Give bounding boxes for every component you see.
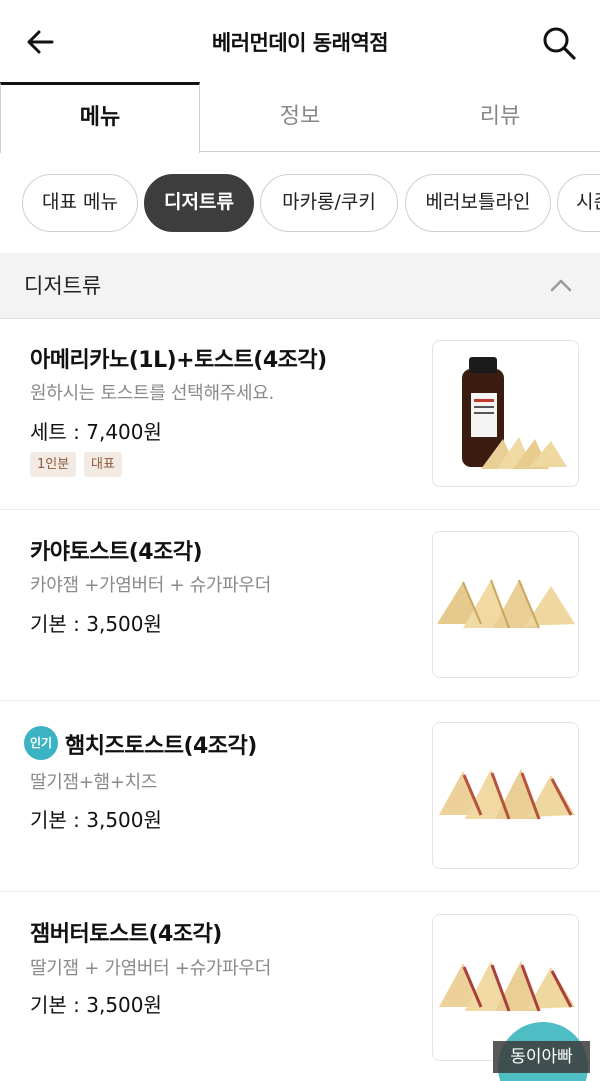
menu-item-name: 잼버터토스트(4조각): [30, 922, 222, 947]
category-chip-bar: 대표 메뉴 디저트류 마카롱/쿠키 베러보틀라인 시즌: [0, 152, 600, 252]
menu-item-name: 아메리카노(1L)+토스트(4조각): [30, 348, 327, 373]
tab-menu[interactable]: 메뉴: [0, 82, 200, 153]
ham-cheese-toast-image: [432, 722, 579, 869]
menu-item[interactable]: 카야토스트(4조각) 카야잼 +가염버터 + 슈가파우더 기본 : 3,500원: [0, 511, 600, 701]
watermark-label: 동이아빠: [493, 1041, 590, 1073]
featured-tag: 대표: [84, 452, 122, 477]
americano-bottle-toast-image: [432, 340, 579, 487]
chip-macaron-cookie[interactable]: 마카롱/쿠키: [260, 174, 398, 232]
section-title: 디저트류: [24, 274, 102, 298]
chip-season[interactable]: 시즌: [557, 174, 600, 232]
chip-featured-menu[interactable]: 대표 메뉴: [22, 174, 138, 232]
menu-item-description: 딸기잼+햄+치즈: [30, 772, 158, 793]
menu-item-name: 카야토스트(4조각): [30, 540, 203, 565]
tab-info[interactable]: 정보: [200, 82, 400, 152]
menu-item-price: 기본 : 3,500원: [30, 808, 162, 832]
chevron-up-icon[interactable]: [548, 275, 574, 295]
store-title: 베러먼데이 동래역점: [211, 31, 389, 55]
chip-better-bottle-line[interactable]: 베러보틀라인: [405, 174, 551, 232]
store-tabs: 메뉴 정보 리뷰: [0, 82, 600, 153]
menu-item-name: 햄치즈토스트(4조각): [65, 734, 257, 759]
top-app-bar: 베러먼데이 동래역점: [0, 0, 600, 82]
chip-desserts[interactable]: 디저트류: [144, 174, 254, 232]
menu-item-price: 기본 : 3,500원: [30, 612, 162, 636]
section-header[interactable]: 디저트류: [0, 253, 600, 319]
menu-item[interactable]: 아메리카노(1L)+토스트(4조각) 원하시는 토스트를 선택해주세요. 세트 …: [0, 320, 600, 510]
menu-item-description: 딸기잼 + 가염버터 +슈가파우더: [30, 958, 271, 979]
popular-badge: 인기: [24, 726, 58, 760]
menu-item-description: 원하시는 토스트를 선택해주세요.: [30, 383, 274, 404]
kaya-toast-image: [432, 531, 579, 678]
tab-reviews[interactable]: 리뷰: [400, 82, 600, 152]
menu-item[interactable]: 인기 햄치즈토스트(4조각) 딸기잼+햄+치즈 기본 : 3,500원: [0, 702, 600, 892]
menu-item-price: 기본 : 3,500원: [30, 993, 162, 1017]
serving-tag: 1인분: [30, 452, 77, 477]
menu-item-price: 세트 : 7,400원: [30, 420, 162, 444]
menu-item-description: 카야잼 +가염버터 + 슈가파우더: [30, 575, 271, 596]
search-icon[interactable]: [540, 24, 578, 62]
